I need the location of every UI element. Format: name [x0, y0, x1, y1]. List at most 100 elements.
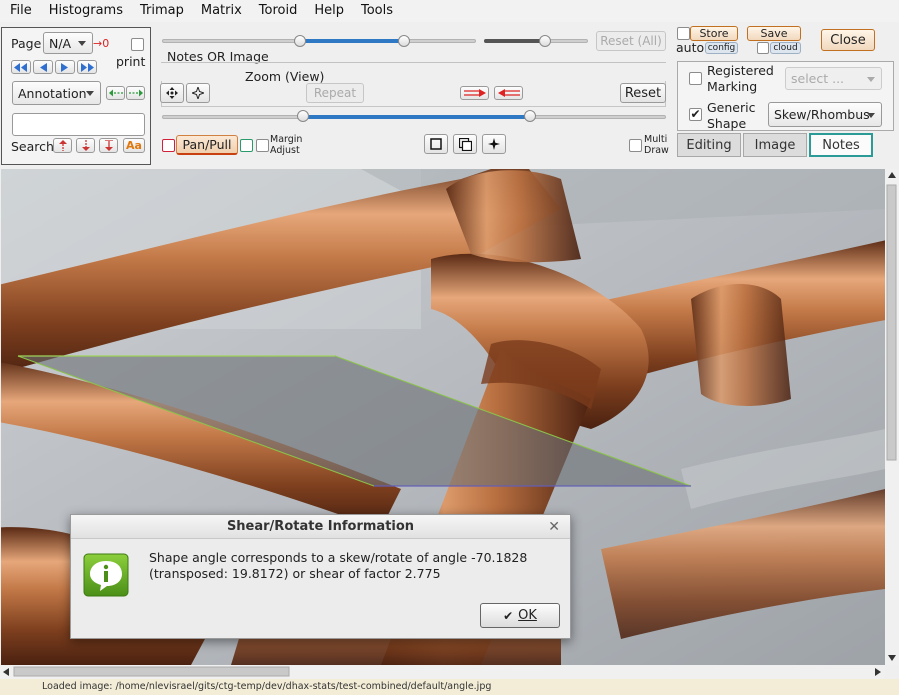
print-checkbox[interactable]	[131, 38, 144, 51]
menu-help[interactable]: Help	[304, 0, 351, 22]
repeat-button[interactable]: Repeat	[306, 83, 364, 103]
dialog-title: Shear/Rotate Information	[226, 519, 415, 534]
dialog-title-bar: Shear/Rotate Information ✕	[71, 515, 570, 539]
registered-select[interactable]: select ...	[785, 67, 882, 90]
zoom-in-arrow-button[interactable]	[460, 86, 489, 100]
info-icon	[83, 553, 129, 597]
section-divider	[161, 62, 666, 63]
left-arrow-icon	[40, 62, 47, 72]
dialog-message: Shape angle corresponds to a skew/rotate…	[149, 550, 528, 581]
page-jump-indicator: →0	[93, 37, 110, 50]
annotation-next-button[interactable]	[126, 86, 145, 100]
single-page-view-button[interactable]	[424, 134, 448, 154]
right-arrow-icon	[61, 62, 68, 72]
pan-mode-button[interactable]	[160, 83, 184, 103]
prev-page-button[interactable]	[33, 60, 53, 74]
sparkle-icon	[488, 138, 500, 150]
checkmark-icon: ✔	[503, 608, 514, 623]
horizontal-scroll-arrows	[3, 666, 881, 677]
notes-image-slider-end[interactable]	[397, 35, 410, 47]
registered-marking-label: Registered Marking	[707, 63, 774, 94]
chevron-down-icon	[867, 112, 875, 118]
multi-draw-checkbox[interactable]	[629, 139, 642, 152]
registered-marking-checkbox[interactable]	[689, 72, 702, 85]
search-next-button[interactable]	[76, 138, 95, 153]
menu-trimap[interactable]: Trimap	[130, 0, 191, 22]
small-slider-fill	[484, 39, 546, 43]
ok-button[interactable]: ✔ OK	[480, 603, 560, 628]
center-mode-button[interactable]	[186, 83, 210, 103]
pan-pull-checkbox[interactable]	[162, 139, 175, 152]
menu-tools[interactable]: Tools	[351, 0, 400, 22]
page-label: Page	[11, 36, 42, 51]
print-label: print	[116, 54, 146, 69]
vertical-scrollbar[interactable]	[885, 169, 899, 665]
sparkle-view-button[interactable]	[482, 134, 506, 154]
first-page-button[interactable]	[11, 60, 31, 74]
dashed-right-arrow-icon	[128, 89, 143, 97]
shear-rotate-dialog: Shear/Rotate Information ✕ Shape angle c…	[70, 514, 571, 639]
registered-select-value: select ...	[791, 71, 845, 86]
reset-all-button[interactable]: Reset (All)	[596, 31, 666, 51]
chevron-down-icon	[86, 91, 94, 96]
auto-label: auto	[676, 40, 705, 55]
shape-type-select-value: Skew/Rhombus	[774, 107, 870, 122]
pan-pull-button[interactable]: Pan/Pull	[176, 135, 238, 155]
zoom-out-arrow-button[interactable]	[494, 86, 523, 100]
marking-options-panel: Registered Marking select ... ✔ Generic …	[677, 61, 894, 131]
vertical-scroll-arrows	[886, 172, 897, 661]
annotation-select[interactable]: Annotation	[12, 81, 101, 105]
cloud-button[interactable]: cloud	[770, 42, 801, 54]
store-button[interactable]: Store	[690, 26, 738, 41]
horizontal-scrollbar[interactable]	[0, 665, 885, 679]
search-next-icon	[81, 140, 90, 151]
notes-image-slider-start[interactable]	[294, 35, 307, 47]
config-button[interactable]: config	[705, 42, 738, 54]
search-last-button[interactable]	[99, 138, 118, 153]
next-page-button[interactable]	[55, 60, 75, 74]
chevron-down-icon	[867, 76, 875, 82]
annotation-select-value: Annotation	[18, 85, 87, 101]
page-navigation-panel: Page N/A →0 print Annotation Search Aa	[1, 27, 151, 165]
last-page-button[interactable]	[77, 60, 97, 74]
shape-type-select[interactable]: Skew/Rhombus	[768, 102, 882, 127]
cloud-checkbox[interactable]	[757, 42, 769, 54]
ok-button-label: OK	[518, 608, 537, 623]
menu-file[interactable]: File	[0, 0, 39, 22]
small-slider[interactable]	[539, 35, 552, 47]
double-page-view-button[interactable]	[453, 134, 477, 154]
red-left-arrow-icon	[497, 89, 520, 97]
search-prev-icon	[58, 140, 67, 151]
tab-image[interactable]: Image	[743, 133, 807, 157]
dialog-close-icon[interactable]: ✕	[548, 515, 560, 539]
square-icon	[430, 138, 442, 150]
close-button[interactable]: Close	[821, 29, 875, 51]
menu-matrix[interactable]: Matrix	[191, 0, 249, 22]
margin-checkbox-a[interactable]	[240, 139, 253, 152]
multi-draw-label: Multi Draw	[644, 134, 669, 156]
tab-notes[interactable]: Notes	[809, 133, 873, 157]
menu-bar: File Histograms Trimap Matrix Toroid Hel…	[0, 0, 899, 22]
generic-shape-checkbox[interactable]: ✔	[689, 108, 702, 121]
double-right-arrow-icon	[81, 62, 94, 72]
status-bar: Loaded image: /home/nlevisrael/gits/ctg-…	[0, 679, 899, 695]
search-label: Search	[11, 139, 54, 154]
double-left-arrow-icon	[14, 62, 27, 72]
search-input[interactable]	[12, 113, 145, 136]
menu-toroid[interactable]: Toroid	[249, 0, 305, 22]
zoom-slider-start[interactable]	[297, 110, 310, 122]
menu-histograms[interactable]: Histograms	[39, 0, 130, 22]
annotation-prev-button[interactable]	[106, 86, 125, 100]
red-right-arrow-icon	[463, 89, 486, 97]
auto-checkbox[interactable]	[677, 27, 690, 40]
chevron-down-icon	[78, 41, 86, 46]
search-prev-button[interactable]	[53, 138, 72, 153]
reset-button[interactable]: Reset	[620, 83, 666, 103]
page-select[interactable]: N/A	[43, 32, 93, 54]
dashed-left-arrow-icon	[108, 89, 123, 97]
tab-editing[interactable]: Editing	[677, 133, 741, 157]
margin-checkbox-b[interactable]	[256, 139, 269, 152]
zoom-slider-end[interactable]	[523, 110, 536, 122]
match-case-button[interactable]: Aa	[123, 138, 145, 153]
save-button[interactable]: Save	[747, 26, 801, 41]
